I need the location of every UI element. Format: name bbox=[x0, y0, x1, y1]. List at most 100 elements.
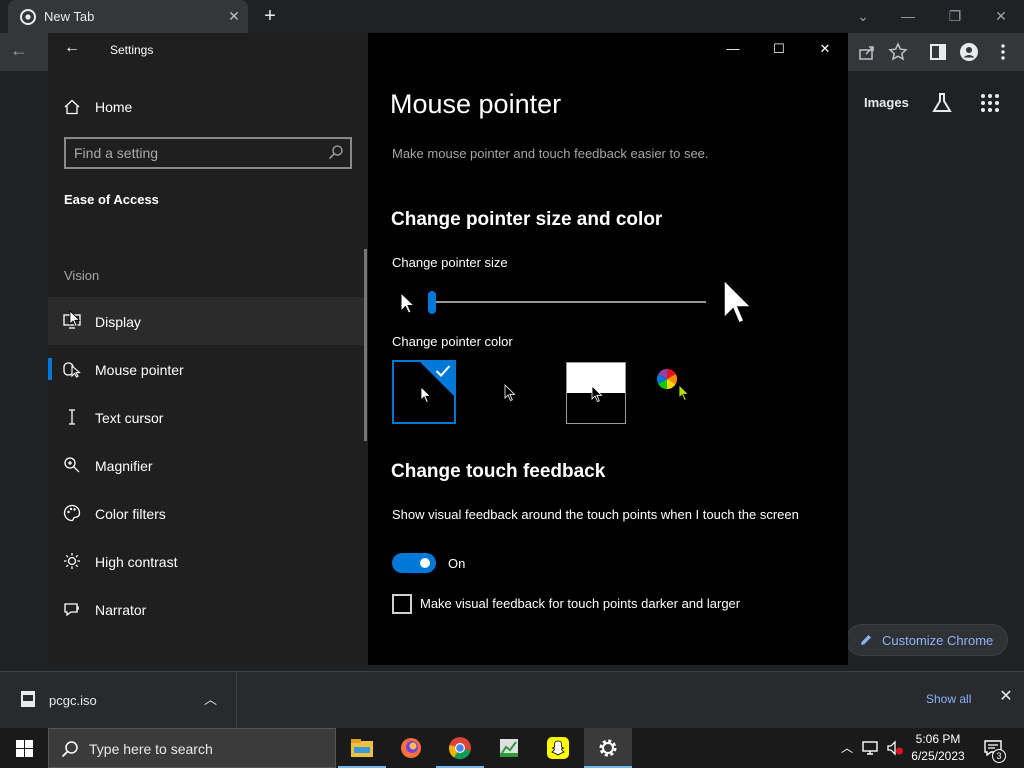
settings-sidebar: ← Settings Home Ease of Access Vision Di… bbox=[48, 33, 368, 665]
side-panel-icon[interactable] bbox=[928, 42, 948, 62]
notification-count-badge: 3 bbox=[992, 749, 1006, 763]
close-download-bar-icon[interactable]: ✕ bbox=[997, 688, 1015, 706]
sidebar-item-home[interactable]: Home bbox=[48, 89, 368, 125]
new-tab-button[interactable]: + bbox=[258, 5, 282, 29]
vision-group-label: Vision bbox=[64, 268, 100, 283]
tab-title: New Tab bbox=[44, 9, 95, 24]
sidebar-scrollbar[interactable] bbox=[364, 249, 367, 441]
sidebar-item-label: Text cursor bbox=[95, 410, 164, 426]
sidebar-item-text-cursor[interactable]: Text cursor bbox=[48, 393, 364, 441]
bookmark-star-icon[interactable] bbox=[888, 42, 908, 62]
custom-color-pointer-icon bbox=[678, 384, 690, 402]
pointer-color-inverted-option[interactable] bbox=[566, 362, 626, 424]
find-setting-box[interactable] bbox=[64, 137, 352, 169]
taskbar-snapchat[interactable] bbox=[534, 728, 582, 768]
color-filters-icon bbox=[63, 504, 81, 522]
magnifier-icon bbox=[64, 457, 80, 473]
minimize-icon[interactable]: — bbox=[710, 33, 756, 65]
network-icon[interactable] bbox=[861, 739, 879, 757]
taskbar-file-explorer[interactable] bbox=[338, 728, 386, 768]
firefox-icon bbox=[401, 738, 421, 758]
taskbar-chrome[interactable] bbox=[436, 728, 484, 768]
profile-avatar-icon[interactable] bbox=[959, 42, 979, 62]
settings-gear-icon bbox=[599, 739, 617, 757]
settings-category-heading: Ease of Access bbox=[64, 192, 159, 207]
checkmark-icon bbox=[435, 365, 451, 377]
search-icon bbox=[61, 741, 78, 758]
home-icon bbox=[64, 99, 80, 115]
pointer-color-white-option[interactable] bbox=[392, 360, 456, 424]
taskbar-firefox[interactable] bbox=[387, 728, 435, 768]
browser-tab[interactable]: New Tab ✕ bbox=[8, 0, 248, 33]
find-setting-input[interactable] bbox=[74, 144, 314, 162]
white-pointer-icon bbox=[420, 386, 432, 404]
chrome-minimize-icon[interactable]: — bbox=[893, 4, 923, 28]
show-hidden-icons-icon[interactable]: ︿ bbox=[838, 739, 856, 757]
chevron-up-icon[interactable]: ︿ bbox=[204, 689, 217, 708]
sidebar-item-color-filters[interactable]: Color filters bbox=[48, 489, 364, 537]
volume-muted-icon[interactable] bbox=[886, 739, 904, 757]
sidebar-item-mouse-pointer[interactable]: Mouse pointer bbox=[48, 345, 364, 393]
start-button[interactable] bbox=[0, 728, 48, 768]
black-pointer-icon bbox=[504, 384, 516, 402]
search-icon[interactable] bbox=[328, 144, 344, 160]
toggle-knob bbox=[420, 558, 430, 568]
labs-flask-icon[interactable] bbox=[931, 92, 953, 114]
touch-feedback-toggle[interactable] bbox=[392, 553, 436, 573]
back-arrow-icon[interactable]: ← bbox=[64, 39, 84, 59]
google-apps-icon[interactable] bbox=[980, 93, 1000, 113]
tab-close-icon[interactable]: ✕ bbox=[224, 6, 244, 26]
file-explorer-icon bbox=[351, 739, 373, 757]
pointer-color-black-option[interactable] bbox=[478, 360, 542, 424]
download-bar: pcgc.iso ︿ Show all ✕ bbox=[0, 671, 1024, 728]
iso-file-icon bbox=[21, 691, 35, 707]
taskbar-task-manager[interactable] bbox=[485, 728, 533, 768]
sidebar-item-narrator[interactable]: Narrator bbox=[48, 585, 364, 633]
system-clock[interactable]: 5:06 PM 6/25/2023 bbox=[905, 731, 971, 765]
snapchat-icon bbox=[547, 737, 569, 759]
chrome-menu-icon[interactable] bbox=[993, 42, 1013, 62]
clock-time: 5:06 PM bbox=[915, 732, 961, 746]
touch-feedback-label: Show visual feedback around the touch po… bbox=[392, 507, 799, 522]
pointer-size-label: Change pointer size bbox=[392, 255, 508, 270]
high-contrast-icon bbox=[64, 553, 80, 569]
windows-logo-icon bbox=[16, 740, 33, 757]
color-wheel-icon bbox=[656, 368, 678, 390]
show-all-downloads-link[interactable]: Show all bbox=[926, 692, 971, 706]
taskbar-settings[interactable] bbox=[584, 728, 632, 768]
toggle-state-label: On bbox=[448, 556, 466, 571]
sidebar-item-display[interactable]: Display bbox=[48, 297, 364, 345]
customize-chrome-button[interactable]: Customize Chrome bbox=[846, 624, 1008, 656]
large-pointer-icon bbox=[723, 278, 753, 324]
pointer-section-title: Change pointer size and color bbox=[391, 209, 663, 230]
slider-thumb[interactable] bbox=[428, 291, 436, 314]
chrome-close-icon[interactable]: ✕ bbox=[986, 4, 1016, 28]
chrome-icon bbox=[448, 737, 471, 760]
images-link[interactable]: Images bbox=[864, 95, 909, 110]
text-cursor-icon bbox=[69, 409, 75, 425]
download-item[interactable]: pcgc.iso ︿ bbox=[0, 672, 237, 728]
mouse-pointer-icon bbox=[63, 362, 81, 378]
taskbar-search-box[interactable]: Type here to search bbox=[48, 728, 336, 768]
chrome-favicon-icon bbox=[20, 9, 36, 25]
sidebar-item-label: Color filters bbox=[95, 506, 166, 522]
maximize-icon[interactable]: ☐ bbox=[756, 33, 802, 65]
taskbar-search-placeholder: Type here to search bbox=[89, 741, 213, 757]
pencil-icon bbox=[861, 635, 871, 645]
pointer-size-slider[interactable] bbox=[428, 291, 706, 315]
download-file-name: pcgc.iso bbox=[49, 693, 97, 708]
tab-search-icon[interactable]: ⌄ bbox=[848, 4, 878, 28]
close-icon[interactable]: ✕ bbox=[802, 33, 848, 65]
pointer-color-custom-option[interactable] bbox=[652, 360, 716, 424]
sidebar-item-label: Display bbox=[95, 314, 141, 330]
touch-section-title: Change touch feedback bbox=[391, 461, 606, 482]
sidebar-item-high-contrast[interactable]: High contrast bbox=[48, 537, 364, 585]
darker-feedback-checkbox[interactable] bbox=[392, 594, 412, 614]
task-manager-icon bbox=[500, 739, 518, 757]
settings-window: ← Settings Home Ease of Access Vision Di… bbox=[48, 33, 848, 665]
sidebar-item-magnifier[interactable]: Magnifier bbox=[48, 441, 364, 489]
customize-chrome-label: Customize Chrome bbox=[882, 633, 994, 648]
chrome-restore-icon[interactable]: ❐ bbox=[940, 4, 970, 28]
share-icon[interactable] bbox=[857, 42, 877, 62]
browser-back-icon[interactable]: ← bbox=[10, 40, 34, 64]
